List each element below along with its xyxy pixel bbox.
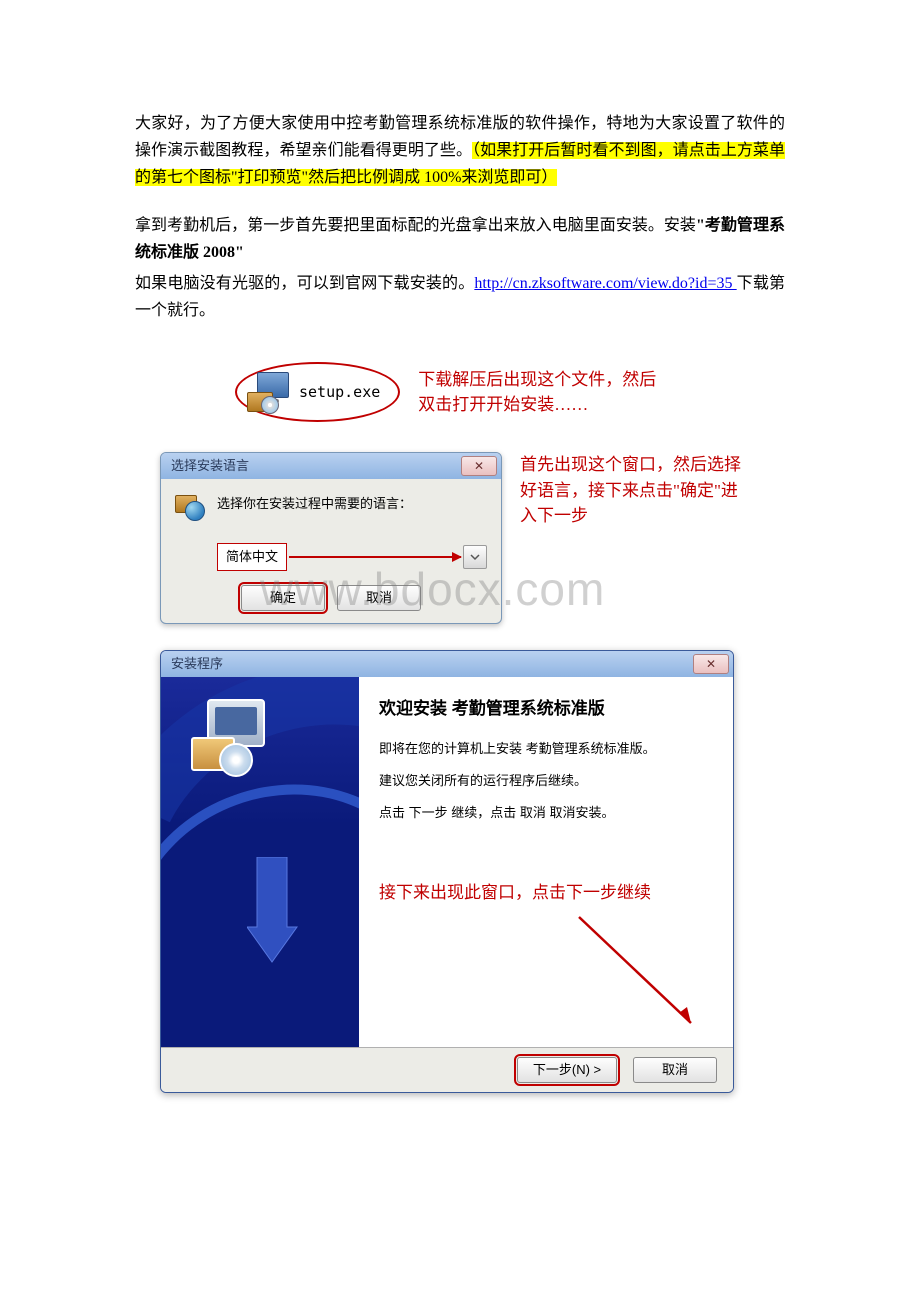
annotation-arrow-icon xyxy=(569,909,719,1039)
dialog-title: 选择安装语言 xyxy=(171,455,249,477)
language-dropdown[interactable] xyxy=(463,545,487,569)
language-dialog: 选择安装语言 ✕ 选择你在安装过程中需要的语言： 简体中文 xyxy=(160,452,502,624)
intro-text-2a: 拿到考勤机后，第一步首先要把里面标配的光盘拿出来放入电脑里面安装。安装 xyxy=(135,217,696,234)
wizard-installer-icon xyxy=(191,699,271,773)
wizard-annotation: 接下来出现此窗口，点击下一步继续 xyxy=(379,879,713,908)
figure1-caption-line1: 下载解压后出现这个文件，然后 xyxy=(418,367,656,393)
document-page: 大家好，为了方便大家使用中控考勤管理系统标准版的软件操作，特地为大家设置了软件的… xyxy=(0,0,920,1302)
download-link[interactable]: http://cn.zksoftware.com/view.do?id=35 xyxy=(474,275,736,292)
globe-icon xyxy=(175,491,205,521)
next-button[interactable]: 下一步(N) > xyxy=(517,1057,617,1083)
wizard-titlebar: 安装程序 ✕ xyxy=(161,651,733,677)
intro-paragraph-1: 大家好，为了方便大家使用中控考勤管理系统标准版的软件操作，特地为大家设置了软件的… xyxy=(135,110,785,192)
figure1-caption-line2: 双击打开开始安装…… xyxy=(418,392,656,418)
annotation-arrow xyxy=(289,556,461,558)
ok-button[interactable]: 确定 xyxy=(241,585,325,611)
figure-setup-exe: setup.exe 下载解压后出现这个文件，然后 双击打开开始安装…… xyxy=(135,362,785,422)
figure-install-wizard: 安装程序 ✕ 欢迎安装 考勤管理系统标准版 即将在您的计算机上安装 考勤管理系 xyxy=(135,650,785,1093)
language-selected: 简体中文 xyxy=(217,543,287,571)
wizard-sidebar xyxy=(161,677,359,1047)
wizard-footer: 下一步(N) > 取消 xyxy=(161,1047,733,1092)
close-button[interactable]: ✕ xyxy=(461,456,497,476)
wizard-line3: 点击 下一步 继续，点击 取消 取消安装。 xyxy=(379,802,713,824)
intro-paragraph-3: 如果电脑没有光驱的，可以到官网下载安装的。http://cn.zksoftwar… xyxy=(135,270,785,324)
wizard-decorative-arrow-icon xyxy=(247,857,317,967)
figure-language-dialog: 选择安装语言 ✕ 选择你在安装过程中需要的语言： 简体中文 xyxy=(135,452,785,624)
installer-icon xyxy=(247,372,291,412)
intro-paragraph-2: 拿到考勤机后，第一步首先要把里面标配的光盘拿出来放入电脑里面安装。安装"考勤管理… xyxy=(135,212,785,266)
wizard-line1: 即将在您的计算机上安装 考勤管理系统标准版。 xyxy=(379,738,713,760)
cancel-button[interactable]: 取消 xyxy=(337,585,421,611)
wizard-line2: 建议您关闭所有的运行程序后继续。 xyxy=(379,770,713,792)
close-icon: ✕ xyxy=(706,654,716,674)
intro-text-3a: 如果电脑没有光驱的，可以到官网下载安装的。 xyxy=(135,275,474,292)
language-prompt: 选择你在安装过程中需要的语言： xyxy=(217,491,412,515)
wizard-title: 安装程序 xyxy=(171,653,223,675)
chevron-down-icon xyxy=(470,552,480,562)
install-wizard-dialog: 安装程序 ✕ 欢迎安装 考勤管理系统标准版 即将在您的计算机上安装 考勤管理系 xyxy=(160,650,734,1093)
wizard-close-button[interactable]: ✕ xyxy=(693,654,729,674)
dialog-titlebar: 选择安装语言 ✕ xyxy=(161,453,501,479)
close-icon: ✕ xyxy=(474,456,484,476)
setup-exe-icon-group: setup.exe xyxy=(235,362,400,422)
wizard-content: 欢迎安装 考勤管理系统标准版 即将在您的计算机上安装 考勤管理系统标准版。 建议… xyxy=(359,677,733,1047)
setup-filename: setup.exe xyxy=(299,380,380,406)
figure1-caption: 下载解压后出现这个文件，然后 双击打开开始安装…… xyxy=(418,367,656,418)
figure2-caption: 首先出现这个窗口，然后选择好语言，接下来点击"确定"进入下一步 xyxy=(520,452,750,529)
wizard-cancel-button[interactable]: 取消 xyxy=(633,1057,717,1083)
wizard-heading: 欢迎安装 考勤管理系统标准版 xyxy=(379,695,713,724)
